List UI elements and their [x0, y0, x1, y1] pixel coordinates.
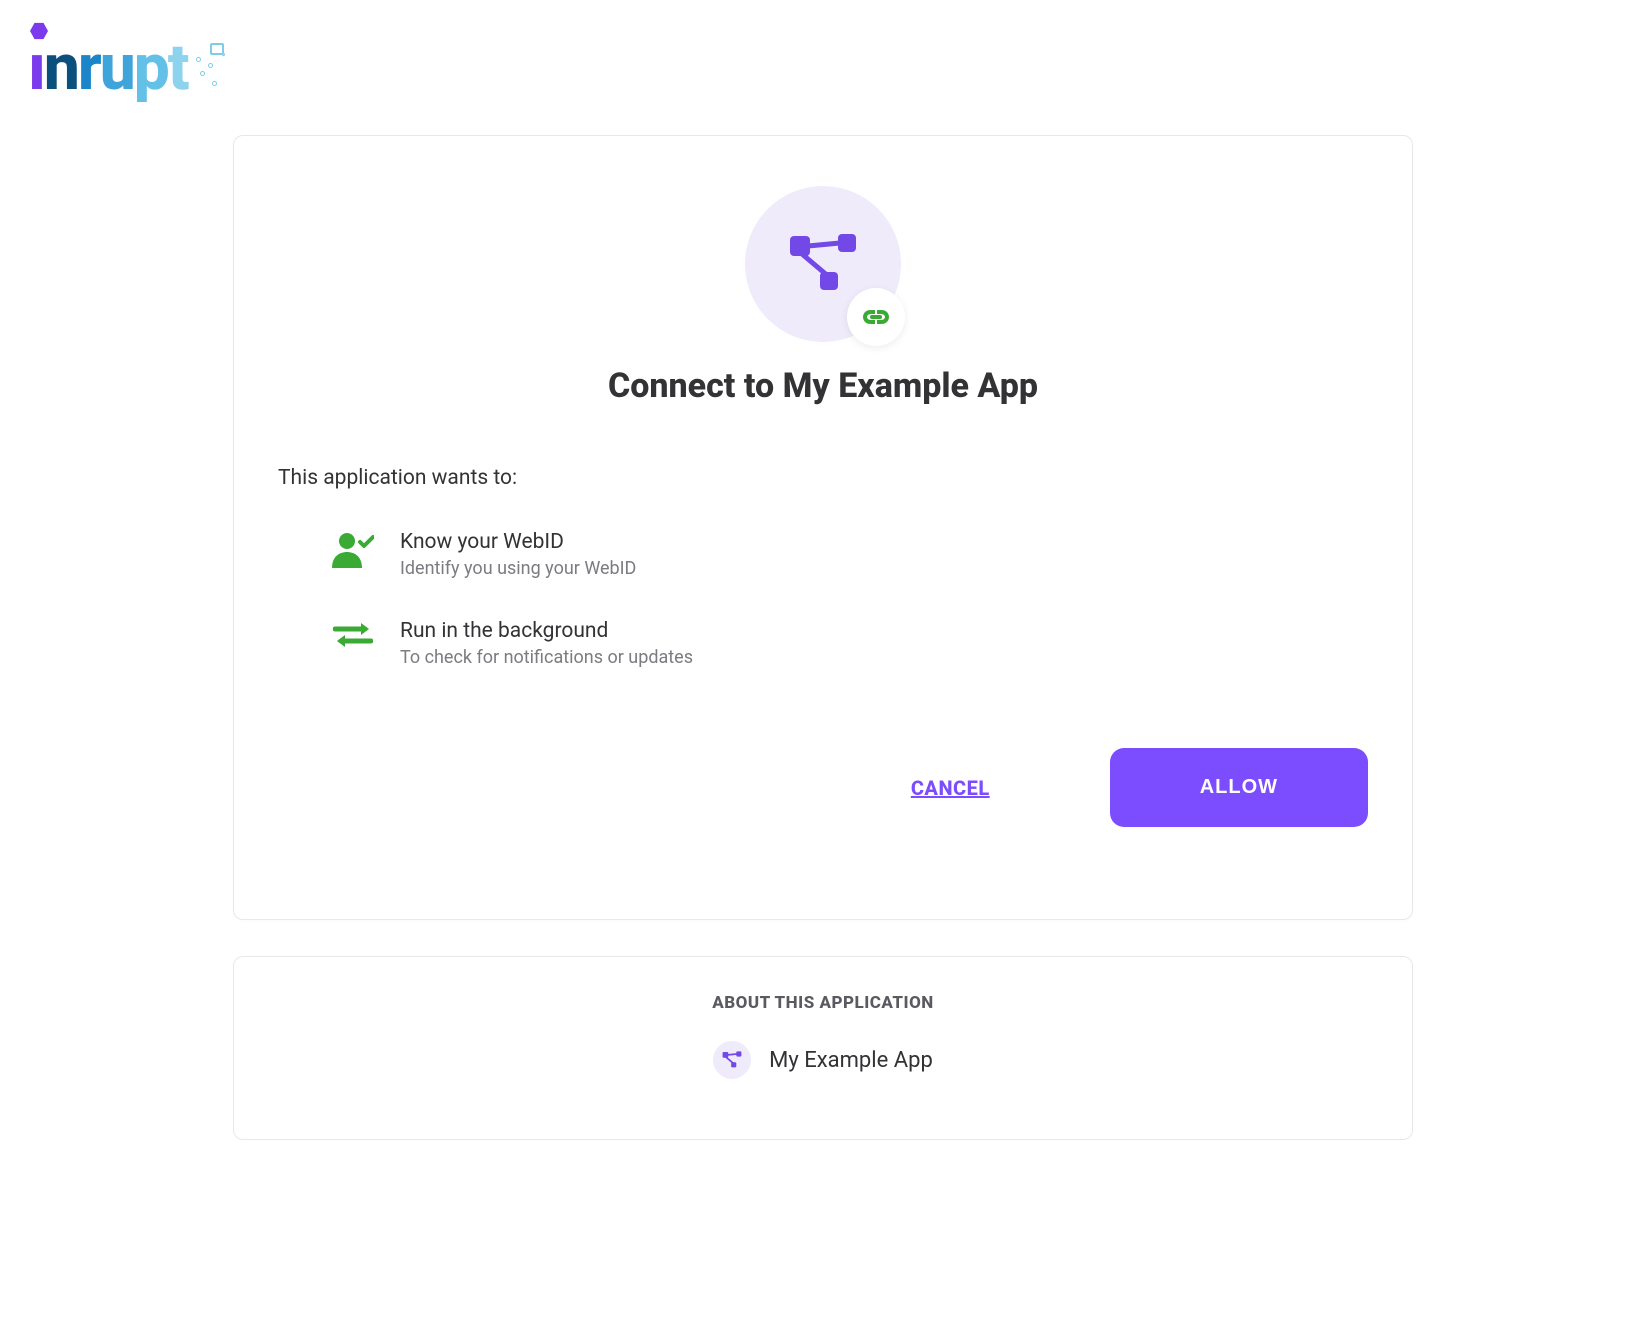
- cancel-button[interactable]: CANCEL: [911, 776, 990, 800]
- about-app-name: My Example App: [769, 1048, 933, 1073]
- exchange-icon: [332, 619, 374, 649]
- permission-title: Know your WebID: [400, 530, 1368, 554]
- permission-item: Run in the background To check for notif…: [332, 619, 1368, 668]
- app-network-icon: [713, 1041, 751, 1079]
- brand-wordmark: ınrupt: [28, 30, 188, 105]
- dialog-actions: CANCEL ALLOW: [278, 748, 1368, 827]
- dialog-intro: This application wants to:: [278, 466, 1368, 490]
- link-icon: [847, 288, 905, 346]
- permission-title: Run in the background: [400, 619, 1368, 643]
- brand-logo: ınrupt: [28, 30, 1626, 105]
- user-check-icon: [332, 530, 374, 568]
- about-heading: ABOUT THIS APPLICATION: [278, 993, 1368, 1013]
- consent-card: Connect to My Example App This applicati…: [233, 135, 1413, 920]
- about-card: ABOUT THIS APPLICATION My Example App: [233, 956, 1413, 1140]
- allow-button[interactable]: ALLOW: [1110, 748, 1368, 827]
- permission-list: Know your WebID Identify you using your …: [278, 530, 1368, 668]
- hero-icon: [745, 186, 901, 342]
- permission-desc: To check for notifications or updates: [400, 647, 1368, 668]
- permission-desc: Identify you using your WebID: [400, 558, 1368, 579]
- brand-dots-icon: [194, 43, 234, 93]
- dialog-title: Connect to My Example App: [608, 366, 1038, 406]
- permission-item: Know your WebID Identify you using your …: [332, 530, 1368, 579]
